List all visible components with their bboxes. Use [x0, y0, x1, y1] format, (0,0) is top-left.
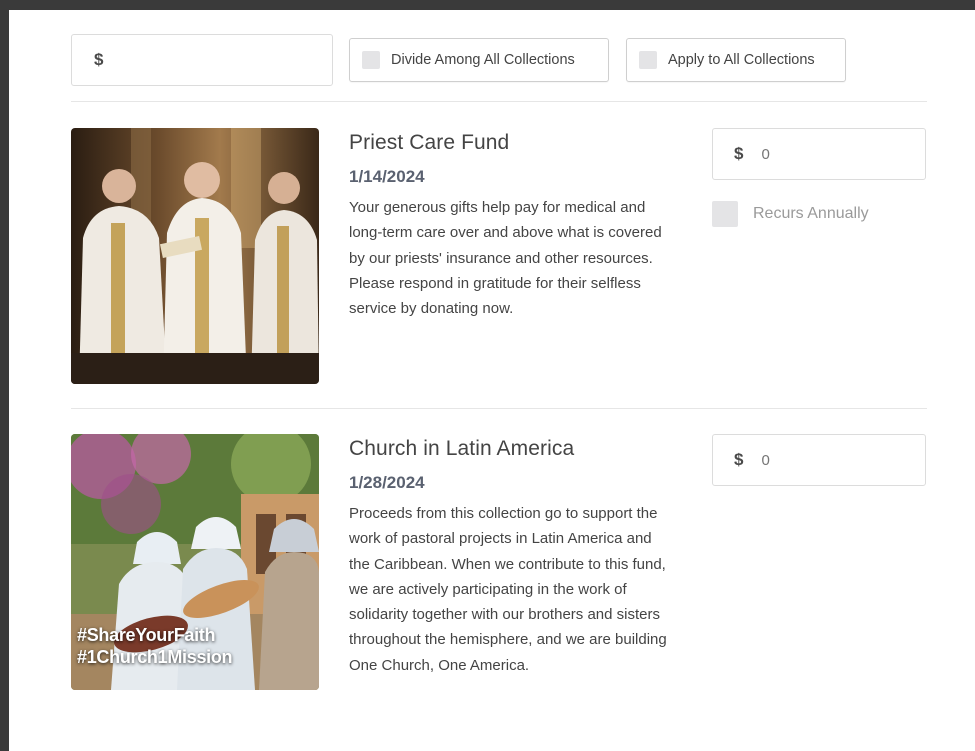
priest-care-fund-image [71, 128, 319, 384]
amount-input[interactable] [761, 451, 882, 469]
fund-description: Proceeds from this collection go to supp… [349, 505, 667, 674]
fund-title: Church in Latin America [349, 437, 575, 460]
checkbox[interactable] [712, 201, 738, 227]
currency-symbol: $ [734, 450, 744, 469]
divider [71, 408, 927, 409]
hashtag-share-your-faith: #ShareYourFaith [77, 625, 216, 645]
fund-date: 1/28/2024 [349, 473, 425, 492]
image-hashtags: #ShareYourFaith #1Church1Mission [77, 624, 233, 668]
fund-amount-field[interactable]: $ [712, 128, 926, 180]
hashtag-1church1mission: #1Church1Mission [77, 647, 233, 667]
amount-input[interactable] [761, 145, 882, 163]
fund-amount-field[interactable]: $ [712, 434, 926, 486]
currency-symbol: $ [94, 50, 104, 69]
divide-label: Divide Among All Collections [391, 52, 575, 68]
fund-title: Priest Care Fund [349, 131, 510, 154]
fund-description: Your generous gifts help pay for medical… [349, 199, 662, 318]
currency-symbol: $ [734, 144, 744, 163]
checkbox[interactable] [639, 51, 657, 69]
apply-label: Apply to All Collections [668, 52, 815, 68]
total-amount-input[interactable]: $ [71, 34, 333, 86]
divide-among-all-collections-button[interactable]: Divide Among All Collections [349, 38, 609, 82]
apply-to-all-collections-button[interactable]: Apply to All Collections [626, 38, 846, 82]
recurs-annually-toggle[interactable]: Recurs Annually [712, 201, 869, 227]
recurs-label: Recurs Annually [753, 205, 869, 222]
checkbox[interactable] [362, 51, 380, 69]
fund-date: 1/14/2024 [349, 167, 425, 186]
church-latin-america-image: #ShareYourFaith #1Church1Mission [71, 434, 319, 690]
divider [71, 101, 927, 102]
